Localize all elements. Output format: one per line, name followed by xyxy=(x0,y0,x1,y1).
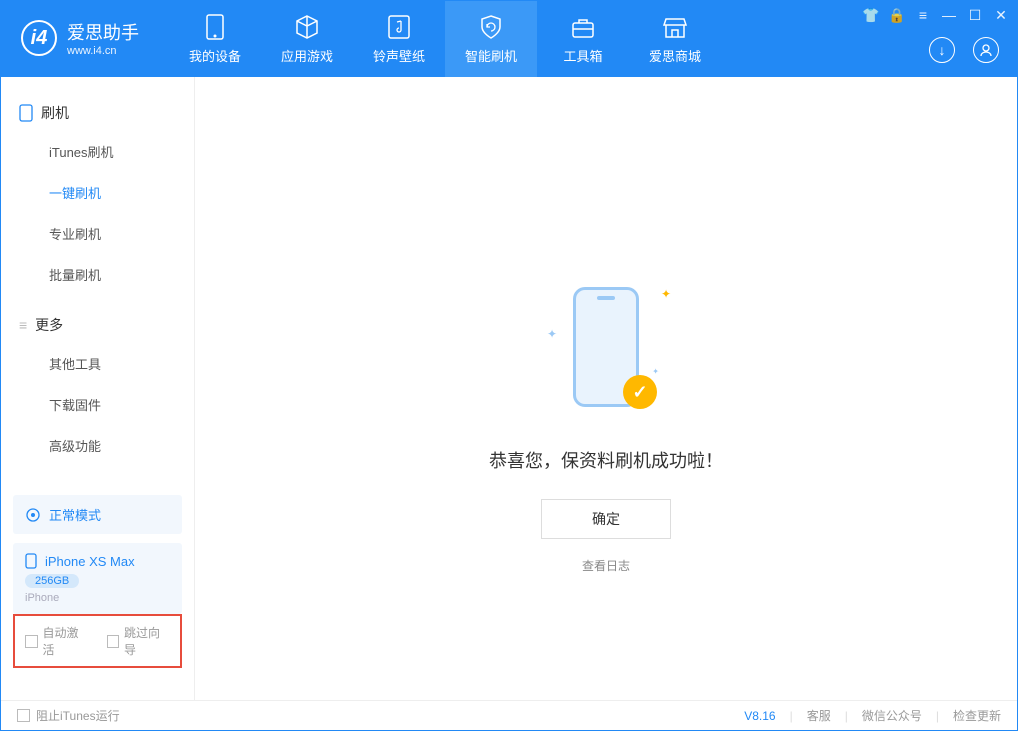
sidebar-item-other-tools[interactable]: 其他工具 xyxy=(1,343,194,384)
sidebar-item-oneclick-flash[interactable]: 一键刷机 xyxy=(1,172,194,213)
music-note-icon xyxy=(386,14,412,40)
tab-label: 爱思商城 xyxy=(649,46,701,65)
device-type: iPhone xyxy=(25,592,170,604)
success-message: 恭喜您，保资料刷机成功啦！ xyxy=(489,447,723,473)
update-link[interactable]: 检查更新 xyxy=(953,707,1001,724)
refresh-shield-icon xyxy=(478,14,504,40)
header-right-icons: ↓ xyxy=(929,37,999,63)
window-controls: 👕 🔒 ≡ — ☐ ✕ xyxy=(863,7,1009,23)
divider: | xyxy=(936,709,939,723)
tab-label: 我的设备 xyxy=(189,46,241,65)
checkbox-icon xyxy=(17,709,30,722)
sparkle-icon: ✦ xyxy=(652,367,659,376)
close-icon[interactable]: ✕ xyxy=(993,7,1009,23)
device-capacity: 256GB xyxy=(25,574,79,588)
footer-right: V8.16 | 客服 | 微信公众号 | 检查更新 xyxy=(744,707,1001,724)
view-log-link[interactable]: 查看日志 xyxy=(582,557,630,574)
sidebar-group-more: ≡ 更多 xyxy=(1,307,194,343)
tab-label: 铃声壁纸 xyxy=(373,46,425,65)
tab-label: 工具箱 xyxy=(563,46,602,65)
sidebar-item-batch-flash[interactable]: 批量刷机 xyxy=(1,254,194,295)
tab-my-device[interactable]: 我的设备 xyxy=(169,1,261,77)
header: i4 爱思助手 www.i4.cn 我的设备 应用游戏 铃声壁纸 智能刷机 工具… xyxy=(1,1,1017,77)
tab-label: 应用游戏 xyxy=(281,46,333,65)
version-label: V8.16 xyxy=(744,709,775,723)
support-link[interactable]: 客服 xyxy=(807,707,831,724)
app-subtitle: www.i4.cn xyxy=(67,45,139,57)
device-name-row: iPhone XS Max xyxy=(25,553,170,569)
footer: 阻止iTunes运行 V8.16 | 客服 | 微信公众号 | 检查更新 xyxy=(1,700,1017,730)
mode-box[interactable]: 正常模式 xyxy=(13,495,182,534)
wechat-link[interactable]: 微信公众号 xyxy=(862,707,922,724)
nav-tabs: 我的设备 应用游戏 铃声壁纸 智能刷机 工具箱 爱思商城 xyxy=(169,1,721,77)
checkbox-block-itunes[interactable]: 阻止iTunes运行 xyxy=(17,707,120,724)
group-title: 更多 xyxy=(35,315,63,335)
sparkle-icon: ✦ xyxy=(547,327,557,341)
sidebar: 刷机 iTunes刷机 一键刷机 专业刷机 批量刷机 ≡ 更多 其他工具 下载固… xyxy=(1,77,195,700)
minimize-icon[interactable]: — xyxy=(941,7,957,23)
device-name: iPhone XS Max xyxy=(45,554,135,569)
sidebar-item-itunes-flash[interactable]: iTunes刷机 xyxy=(1,131,194,172)
tab-apps-games[interactable]: 应用游戏 xyxy=(261,1,353,77)
cube-icon xyxy=(294,14,320,40)
toolbox-icon xyxy=(570,14,596,40)
lock-icon[interactable]: 🔒 xyxy=(889,7,905,23)
download-button[interactable]: ↓ xyxy=(929,37,955,63)
phone-small-icon xyxy=(19,104,33,122)
checkbox-auto-activate[interactable]: 自动激活 xyxy=(25,624,89,658)
logo-area: i4 爱思助手 www.i4.cn xyxy=(1,1,159,75)
tab-ringtone-wallpaper[interactable]: 铃声壁纸 xyxy=(353,1,445,77)
group-title: 刷机 xyxy=(41,103,69,123)
sidebar-item-pro-flash[interactable]: 专业刷机 xyxy=(1,213,194,254)
tab-store[interactable]: 爱思商城 xyxy=(629,1,721,77)
device-icon xyxy=(25,553,37,569)
user-button[interactable] xyxy=(973,37,999,63)
tab-smart-flash[interactable]: 智能刷机 xyxy=(445,1,537,77)
device-box[interactable]: iPhone XS Max 256GB iPhone xyxy=(13,543,182,614)
store-icon xyxy=(662,14,688,40)
footer-left: 阻止iTunes运行 xyxy=(17,707,120,724)
divider: | xyxy=(790,709,793,723)
tab-toolbox[interactable]: 工具箱 xyxy=(537,1,629,77)
sidebar-group-flash: 刷机 xyxy=(1,95,194,131)
check-badge-icon: ✓ xyxy=(623,375,657,409)
ok-button[interactable]: 确定 xyxy=(541,499,671,539)
list-icon: ≡ xyxy=(19,317,27,333)
shirt-icon[interactable]: 👕 xyxy=(863,7,879,23)
checkbox-icon xyxy=(25,635,38,648)
sidebar-item-advanced[interactable]: 高级功能 xyxy=(1,425,194,466)
phone-icon xyxy=(202,14,228,40)
logo-text: 爱思助手 www.i4.cn xyxy=(67,19,139,57)
tab-label: 智能刷机 xyxy=(465,46,517,65)
sync-icon xyxy=(25,507,41,523)
success-graphic: ✦ ✦ ✦ ✓ xyxy=(561,277,651,417)
body: 刷机 iTunes刷机 一键刷机 专业刷机 批量刷机 ≡ 更多 其他工具 下载固… xyxy=(1,77,1017,700)
mode-label: 正常模式 xyxy=(49,505,101,524)
checkbox-skip-guide[interactable]: 跳过向导 xyxy=(107,624,171,658)
checkbox-row: 自动激活 跳过向导 xyxy=(13,614,182,668)
divider: | xyxy=(845,709,848,723)
sidebar-item-download-firmware[interactable]: 下载固件 xyxy=(1,384,194,425)
checkbox-icon xyxy=(107,635,120,648)
sparkle-icon: ✦ xyxy=(661,287,671,301)
app-title: 爱思助手 xyxy=(67,19,139,45)
maximize-icon[interactable]: ☐ xyxy=(967,7,983,23)
menu-icon[interactable]: ≡ xyxy=(915,7,931,23)
main-content: ✦ ✦ ✦ ✓ 恭喜您，保资料刷机成功啦！ 确定 查看日志 xyxy=(195,77,1017,700)
logo-icon: i4 xyxy=(21,20,57,56)
